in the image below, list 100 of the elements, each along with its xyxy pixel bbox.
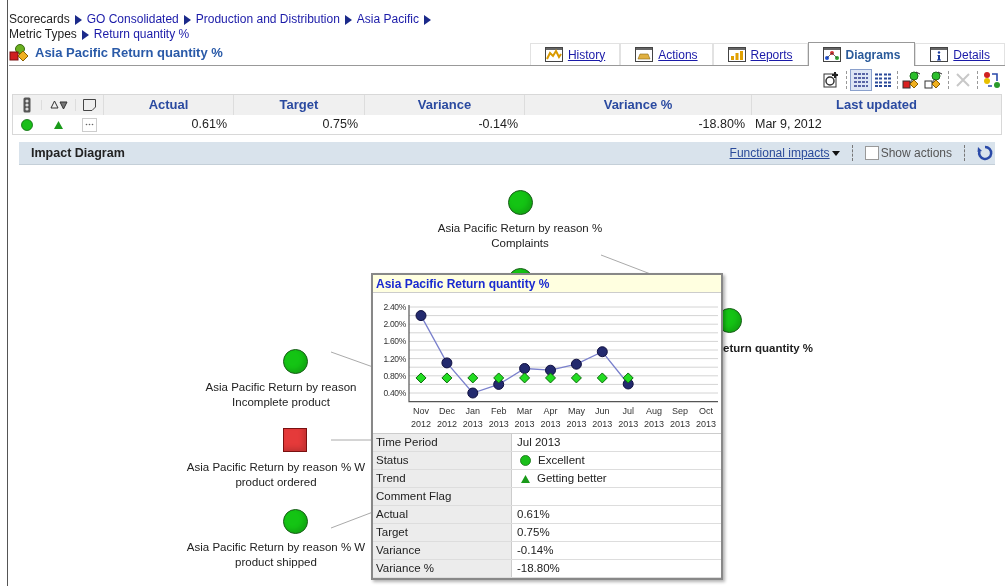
x-tick-label: Apr 2013 (540, 406, 561, 429)
target-point (570, 372, 582, 384)
x-tick-label: Nov 2012 (410, 406, 432, 429)
tab[interactable]: Reports (712, 43, 808, 65)
detail-label: Variance % (373, 560, 512, 577)
breadcrumb-link[interactable]: Asia Pacific (356, 12, 419, 27)
x-tick-label: Oct 2013 (695, 406, 716, 429)
breadcrumb-text: Scorecards (9, 12, 70, 27)
detail-label: Status (373, 452, 512, 469)
column-header: Variance (364, 95, 524, 115)
breadcrumb-link[interactable]: Production and Distribution (195, 12, 340, 27)
column-header: Actual (103, 95, 233, 115)
connector-line (330, 439, 374, 441)
table-cell-text: Mar 9, 2012 (754, 116, 823, 134)
x-tick-label: Sep 2013 (669, 406, 691, 429)
x-tick-label: Jun 2013 (592, 406, 613, 429)
comment-icon (83, 99, 96, 111)
node-label: Asia Pacific Return by reason % Complaints (437, 221, 603, 251)
show-actions-checkbox[interactable]: Show actions (864, 144, 952, 162)
detail-value: 0.75% (517, 525, 550, 540)
node-label: Asia Pacific Return by reason % W product shipped (186, 540, 366, 570)
connector-line (330, 511, 374, 529)
caret-icon (831, 150, 840, 156)
ellipsis-icon (84, 123, 94, 126)
table-cell-text: 0.61% (190, 116, 228, 134)
y-tick-label: 1.20% (383, 353, 407, 364)
list-view-button[interactable] (850, 69, 872, 91)
diagram-icon (822, 47, 841, 62)
x-tick-label: Dec 2012 (436, 406, 457, 429)
target-point (441, 372, 453, 384)
breadcrumb-separator-icon (74, 14, 82, 25)
breadcrumb-text: Metric Types (9, 27, 77, 42)
tab[interactable]: Actions (620, 43, 713, 65)
actual-point (596, 346, 608, 358)
x-tick-label: Jul 2013 (618, 406, 639, 429)
target-point (493, 372, 505, 384)
target-point (545, 372, 556, 384)
x-tick-label: May 2013 (566, 406, 587, 429)
traffic-light-icon (23, 97, 31, 113)
y-tick-label: 0.80% (383, 370, 407, 381)
y-tick-label: 2.00% (383, 319, 407, 330)
bar-chart-icon (727, 47, 746, 62)
column-header: Variance % (524, 95, 751, 115)
y-tick-label: 0.40% (383, 388, 407, 398)
status-square-node[interactable] (283, 428, 307, 452)
node-label: Asia Pacific Return by reason Incomplete product (205, 380, 357, 410)
target-point (622, 372, 634, 384)
connector-line (330, 351, 374, 368)
table-cell-text: 0.75% (321, 116, 359, 134)
x-tick-label: Aug 2013 (644, 406, 665, 429)
breadcrumb-link[interactable]: Return quantity % (93, 27, 190, 42)
detail-label: Actual (373, 506, 512, 523)
refresh-button[interactable] (977, 145, 993, 161)
target-point (467, 372, 479, 384)
detail-value: Jul 2013 (517, 435, 561, 450)
y-tick-label: 2.40% (383, 302, 407, 312)
tab[interactable]: Details (915, 43, 1005, 65)
detail-label: Trend (373, 470, 512, 487)
tab[interactable]: Diagrams (807, 42, 916, 66)
breadcrumb-separator-icon (183, 14, 191, 25)
detail-value: Getting better (537, 471, 607, 486)
breadcrumb-link[interactable]: GO Consolidated (86, 12, 179, 27)
detail-value: 0.61% (517, 507, 550, 522)
section-title: Impact Diagram (31, 144, 126, 162)
line-chart-icon (544, 47, 563, 62)
scorecard-shapes-icon (9, 43, 29, 61)
actual-point (570, 358, 582, 370)
reorder-button[interactable] (981, 69, 1003, 91)
y-tick-label: 1.60% (383, 336, 407, 347)
node-label: Asia Pacific Return by reason % W product ordered (186, 460, 366, 490)
target-point (415, 372, 427, 384)
table-cell-text: -0.14% (477, 116, 519, 134)
breadcrumb-separator-icon (81, 29, 89, 40)
x-tick-label: Jan 2013 (462, 406, 483, 429)
breadcrumb-separator-icon (423, 14, 431, 25)
detail-value: -0.14% (517, 543, 554, 558)
target-point (596, 372, 608, 384)
actual-point (545, 364, 556, 376)
functional-impacts-menu[interactable]: Functional impacts (729, 144, 840, 162)
tray-icon (635, 47, 654, 62)
breadcrumb-separator-icon (344, 14, 352, 25)
metric-title: Asia Pacific Return quantity % (35, 43, 223, 62)
actual-point (441, 357, 453, 369)
detail-value: Excellent (538, 453, 585, 468)
detail-label: Variance (373, 542, 512, 559)
x-tick-label: Mar 2013 (514, 406, 535, 429)
table-cell-text: -18.80% (697, 116, 746, 134)
column-header: Target (233, 95, 364, 115)
actual-point (519, 363, 531, 374)
trend-arrows-icon (49, 100, 68, 110)
add-node-button[interactable] (901, 69, 923, 91)
tooltip-title: Asia Pacific Return quantity % (373, 275, 721, 293)
add-node-button[interactable] (923, 69, 945, 91)
detail-label: Comment Flag (373, 488, 512, 505)
detail-value: -18.80% (517, 561, 560, 576)
actual-point (415, 310, 427, 322)
detail-label: Target (373, 524, 512, 541)
detail-label: Time Period (373, 434, 512, 451)
tab[interactable]: History (529, 43, 621, 65)
target-point (519, 372, 531, 384)
